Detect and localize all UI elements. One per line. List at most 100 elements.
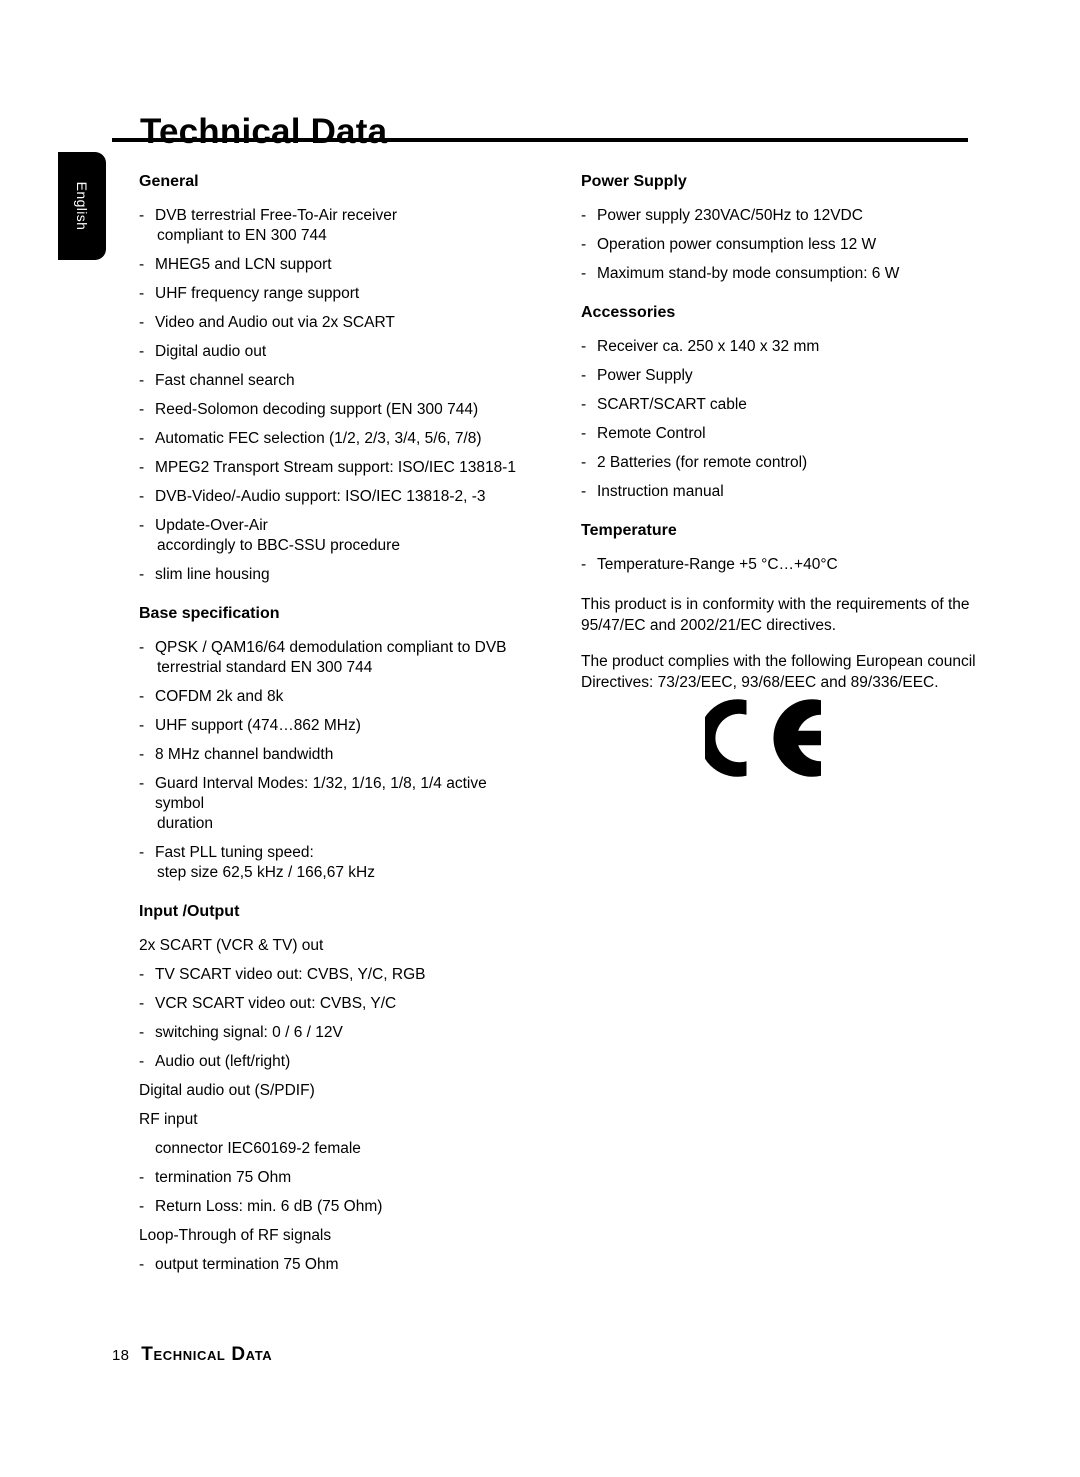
spec-list-item: - Update-Over-Air accordingly to BBC-SSU p… [139,516,539,556]
bullet-dash-icon: - [139,717,145,734]
bullet-dash-icon: - [581,236,587,253]
spec-item-text: COFDM 2k and 8k [155,688,284,705]
spec-list-item: -2 Batteries (for remote control) [581,453,976,473]
spec-list-item: - Video and Audio out via 2x SCART [139,313,539,333]
bullet-dash-icon: - [139,401,145,418]
bullet-dash-icon: - [581,265,587,282]
spec-list-item: - switching signal: 0 / 6 / 12V [139,1023,539,1043]
spec-item-text: Update-Over-Air [155,517,268,534]
spec-item-text: Video and Audio out via 2x SCART [155,314,395,331]
spec-item-text: Audio out (left/right) [155,1053,291,1070]
spec-list-item: - Digital audio out [139,342,539,362]
language-tab: English [58,152,106,260]
spec-section: General - DVB terrestrial Free-To-Air rece… [139,172,539,604]
spec-item-text: Automatic FEC selection (1/2, 2/3, 3/4, … [155,430,482,447]
spec-list-item: - Operation power consumption less 12 W [581,235,976,255]
spec-list-item: - Remote Control [581,424,976,444]
page-footer: 18 Technical Data [112,1344,272,1366]
bullet-dash-icon: - [139,430,145,447]
page-title: Technical Data [140,112,388,152]
bullet-dash-icon: - [139,995,145,1012]
bullet-dash-icon: - [581,425,587,442]
spec-item-text: Maximum stand-by mode consumption: 6 W [597,265,900,282]
spec-item-text: Remote Control [597,425,706,442]
spec-item-text: Digital audio out (S/PDIF) [139,1082,315,1099]
spec-item-text: VCR SCART video out: CVBS, Y/C [155,995,397,1012]
title-divider-rule [112,138,968,142]
conformity-paragraph: The product complies with the following … [581,653,976,691]
spec-list-item: - Reed-Solomon decoding support (EN 300 7… [139,400,539,420]
spec-item-text: Power Supply [597,367,693,384]
bullet-dash-icon: - [139,1169,145,1186]
spec-list-item: - QPSK / QAM16/64 demodulation compliant … [139,638,539,678]
spec-list-item: - Automatic FEC selection (1/2, 2/3, 3/4,… [139,429,539,449]
spec-item-text: TV SCART video out: CVBS, Y/C, RGB [155,966,426,983]
language-tab-label: English [74,181,90,231]
bullet-dash-icon: - [581,483,587,500]
spec-list-item: -8 MHz channel bandwidth [139,745,539,765]
spec-section: Power Supply - Power supply 230VAC/50Hz to… [581,172,976,303]
section-heading: Accessories [581,304,676,321]
spec-list-item: - TV SCART video out: CVBS, Y/C, RGB [139,965,539,985]
spec-list-item: - UHF frequency range support [139,284,539,304]
bullet-dash-icon: - [139,1053,145,1070]
spec-list-item: - DVB-Video/-Audio support: ISO/IEC 13818… [139,487,539,507]
bullet-dash-icon: - [139,688,145,705]
spec-item-text: connector IEC60169-2 female [155,1140,361,1157]
spec-item-text: Temperature-Range +5 °C…+40°C [597,556,838,573]
spec-section: Base specification - QPSK / QAM16/64 demod… [139,604,539,902]
bullet-dash-icon: - [581,367,587,384]
spec-list-item: - Fast PLL tuning speed: step size 62,5 kH… [139,843,539,883]
spec-list-item: - output termination 75 Ohm [139,1255,539,1275]
bullet-dash-icon: - [139,314,145,331]
bullet-dash-icon: - [139,256,145,273]
spec-list-item: - Temperature-Range +5 °C…+40°C [581,555,976,575]
spec-item-text: output termination 75 Ohm [155,1256,339,1273]
spec-item-text: Digital audio out [155,343,267,360]
bullet-dash-icon: - [139,1024,145,1041]
section-heading: Base specification [139,605,280,622]
document-page: Technical Data English General - DVB terre… [0,0,1080,1477]
spec-column-left: General - DVB terrestrial Free-To-Air rece… [139,172,539,1294]
spec-list-item: - Power supply 230VAC/50Hz to 12VDC [581,206,976,226]
bullet-dash-icon: - [139,372,145,389]
bullet-dash-icon: - [139,844,145,861]
spec-item-continuation: duration [157,815,214,832]
ce-marking-icon [705,699,821,777]
spec-item-text: RF input [139,1111,198,1128]
bullet-dash-icon: - [139,285,145,302]
spec-item-text: Reed-Solomon decoding support (EN 300 74… [155,401,479,418]
bullet-dash-icon: - [139,1198,145,1215]
spec-item-text: Return Loss: min. 6 dB (75 Ohm) [155,1198,383,1215]
spec-item-text: termination 75 Ohm [155,1169,292,1186]
spec-list-item: RF input [139,1110,539,1130]
spec-list-item: - COFDM 2k and 8k [139,687,539,707]
spec-list-item: - UHF support (474…862 MHz) [139,716,539,736]
bullet-dash-icon: - [139,639,145,656]
spec-list-item: 2x SCART (VCR & TV) out [139,936,539,956]
spec-item-text: Loop-Through of RF signals [139,1227,332,1244]
spec-list-item: - Audio out (left/right) [139,1052,539,1072]
spec-item-text: DVB terrestrial Free-To-Air receiver [155,207,398,224]
footer-page-number: 18 [112,1347,130,1364]
spec-list-item: - Receiver ca. 250 x 140 x 32 mm [581,337,976,357]
section-heading: Input /Output [139,903,240,920]
spec-list-item: - DVB terrestrial Free-To-Air receiver com… [139,206,539,246]
spec-item-text: 2x SCART (VCR & TV) out [139,937,324,954]
bullet-dash-icon: - [139,488,145,505]
bullet-dash-icon: - [139,1256,145,1273]
spec-list-item: - slim line housing [139,565,539,585]
spec-item-text: Receiver ca. 250 x 140 x 32 mm [597,338,820,355]
spec-list-item: - Power Supply [581,366,976,386]
footer-section-title: Technical Data [141,1344,273,1365]
bullet-dash-icon: - [581,556,587,573]
spec-item-text: UHF support (474…862 MHz) [155,717,361,734]
spec-item-text: MPEG2 Transport Stream support: ISO/IEC … [155,459,516,476]
bullet-dash-icon: - [139,207,145,224]
spec-item-continuation: step size 62,5 kHz / 166,67 kHz [157,864,375,881]
bullet-dash-icon: - [581,207,587,224]
spec-list-item: - Instruction manual [581,482,976,502]
